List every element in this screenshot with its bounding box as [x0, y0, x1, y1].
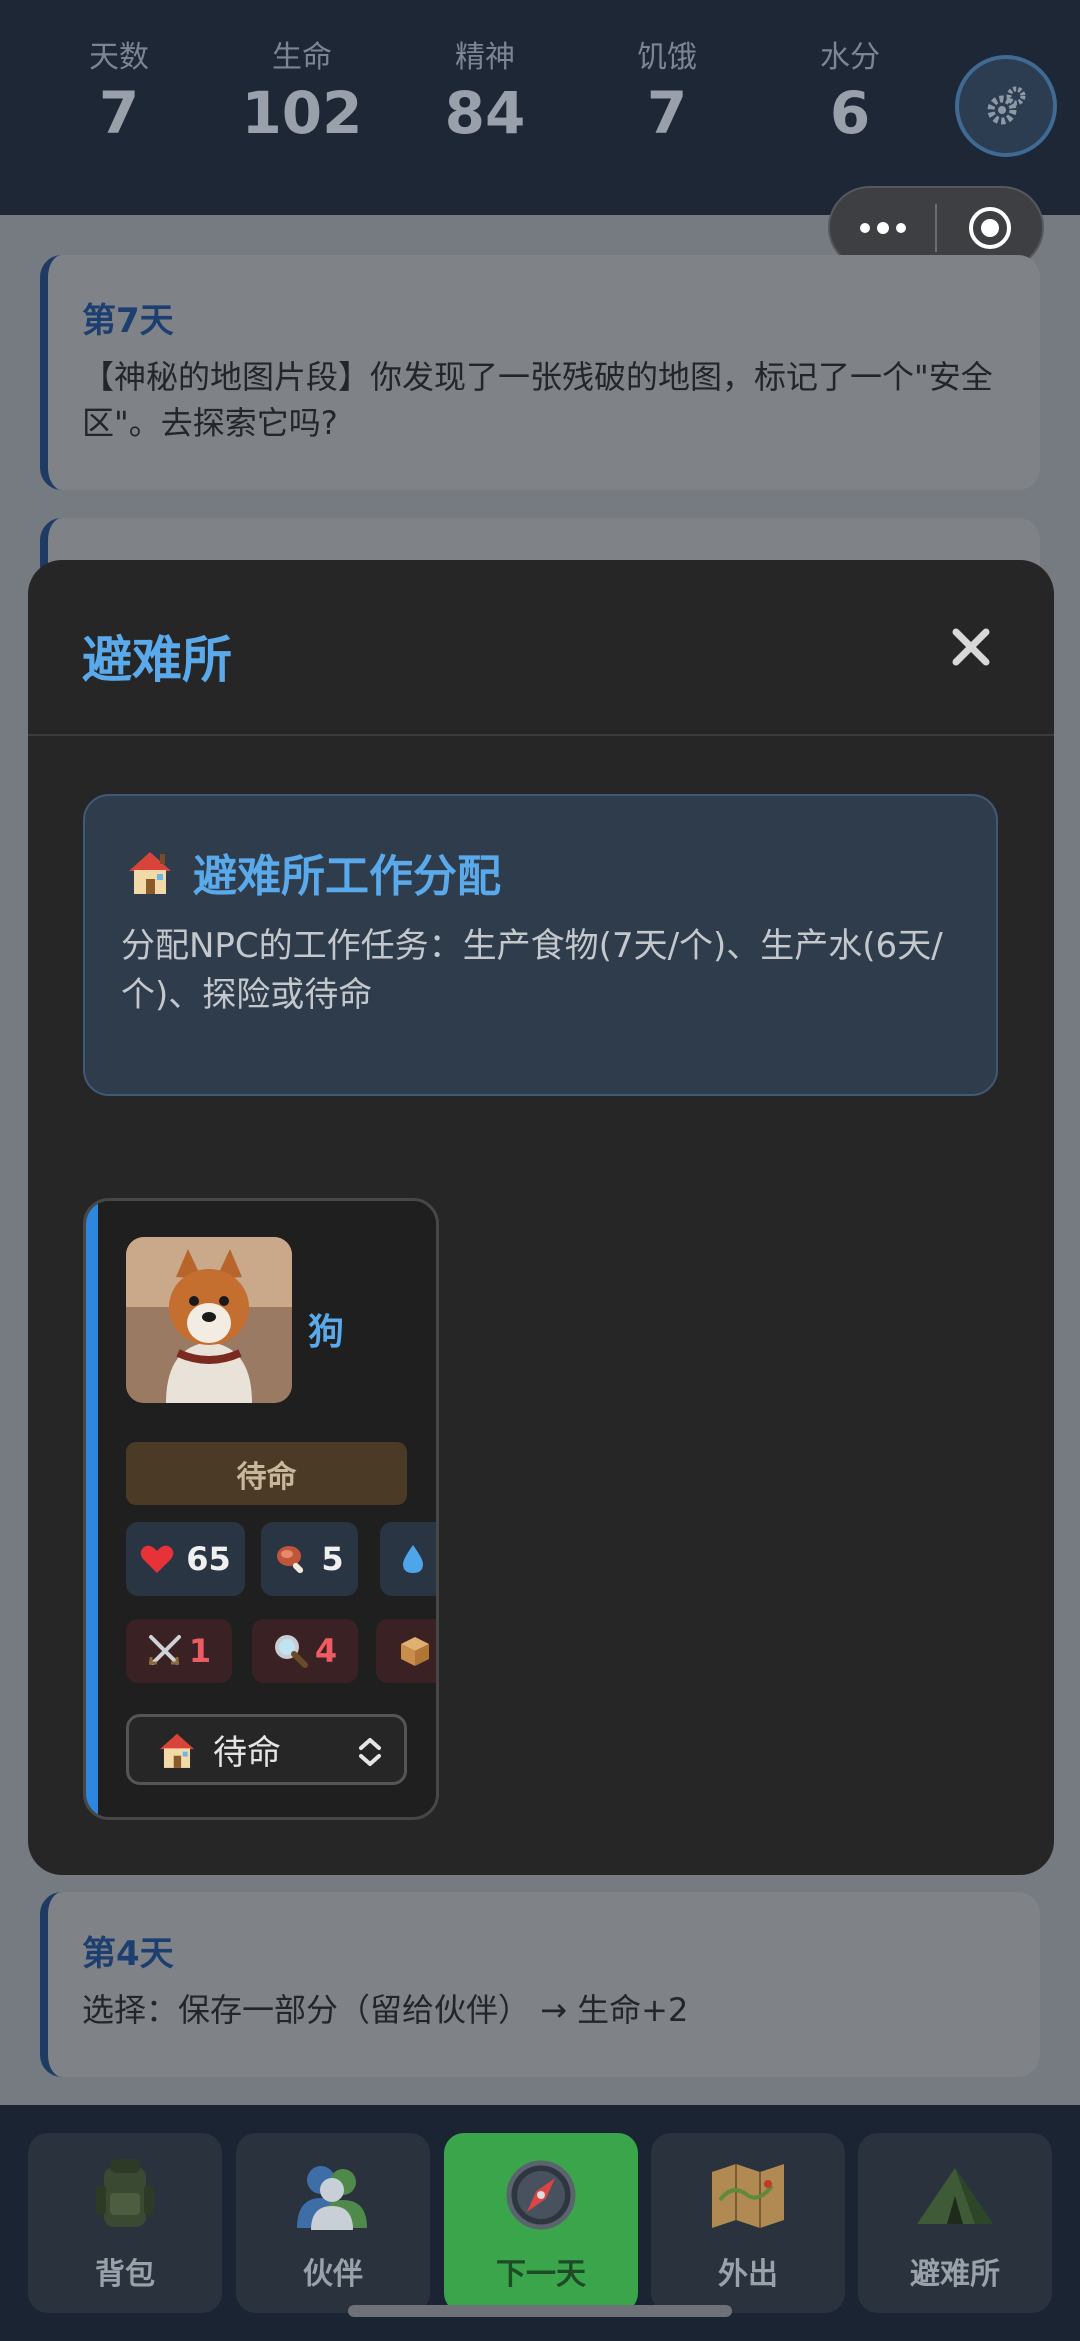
house-icon: [159, 1733, 195, 1768]
nav-label: 避难所: [910, 2257, 1000, 2292]
gear-icon: [987, 86, 1026, 125]
stat-value: 102: [241, 79, 363, 147]
nav-label: 伙伴: [303, 2257, 363, 2292]
nav-label: 背包: [95, 2257, 155, 2292]
npc-card: 狗 待命 65 5 1 1: [83, 1198, 439, 1820]
stat-value: 84: [444, 79, 526, 147]
stat-label: 生命: [272, 40, 332, 75]
npc-attack-chip: 1: [126, 1619, 232, 1683]
info-title: 避难所工作分配: [123, 840, 501, 904]
npc-attack-value: 1: [188, 1632, 212, 1670]
npc-water-value: 1: [437, 1540, 439, 1578]
stat-water: 水分 6: [775, 40, 925, 151]
nav-label: 外出: [718, 2257, 778, 2292]
modal-header: 避难所: [28, 560, 1054, 736]
stat-value: 7: [98, 79, 140, 147]
work-assignment-info: 避难所工作分配 分配NPC的工作任务：生产食物(7天/个)、生产水(6天/个)、…: [83, 794, 998, 1096]
npc-food-chip: 5: [261, 1522, 358, 1596]
nav-go-out[interactable]: 外出: [651, 2133, 845, 2313]
npc-avatar: [126, 1237, 292, 1403]
nav-companions[interactable]: 伙伴: [236, 2133, 430, 2313]
stat-label: 水分: [820, 40, 880, 75]
npc-carry-chip: 2: [376, 1619, 436, 1683]
nav-backpack[interactable]: 背包: [28, 2133, 222, 2313]
dog-portrait: [126, 1237, 292, 1403]
shelter-modal: 避难所 避难所工作分配 分配NPC的工作任务：生产食物(7天/个)、生产水(6天…: [28, 560, 1054, 1875]
event-day: 第7天: [82, 301, 174, 341]
target-icon: [968, 206, 1011, 249]
settings-button[interactable]: [955, 55, 1057, 157]
event-day: 第4天: [82, 1934, 174, 1974]
close-button[interactable]: [946, 622, 996, 672]
house-icon: [129, 852, 171, 894]
info-description: 分配NPC的工作任务：生产食物(7天/个)、生产水(6天/个)、探险或待命: [121, 926, 943, 1016]
magnifier-icon: [274, 1635, 308, 1668]
heart-icon: [140, 1545, 174, 1573]
stat-health: 生命 102: [227, 40, 377, 151]
stat-value: 6: [829, 79, 871, 147]
npc-card-accent: [86, 1201, 98, 1817]
event-text: 【神秘的地图片段】你发现了一张残破的地图，标记了一个"安全区"。去探索它吗?: [82, 358, 993, 443]
compass-icon: [506, 2160, 576, 2230]
stat-label: 天数: [89, 40, 149, 75]
event-card: 第4天 选择：保存一部分（留给伙伴） → 生命+2: [40, 1892, 1040, 2077]
event-card: 第7天 【神秘的地图片段】你发现了一张残破的地图，标记了一个"安全区"。去探索它…: [40, 255, 1040, 490]
npc-food-value: 5: [321, 1540, 344, 1578]
meat-icon: [277, 1546, 304, 1574]
companions-icon: [297, 2166, 367, 2230]
nav-label: 下一天: [496, 2257, 586, 2292]
package-icon: [400, 1637, 429, 1666]
stat-spirit: 精神 84: [410, 40, 560, 151]
npc-name: 狗: [308, 1312, 345, 1353]
map-icon: [712, 2164, 784, 2228]
close-icon: [952, 628, 990, 666]
npc-health-chip: 65: [126, 1522, 245, 1596]
modal-title: 避难所: [82, 631, 232, 689]
crossed-swords-icon: [148, 1635, 181, 1665]
nav-next-day[interactable]: 下一天: [444, 2133, 638, 2313]
tent-icon: [917, 2168, 993, 2224]
stat-days: 天数 7: [44, 40, 194, 151]
npc-search-value: 4: [314, 1632, 338, 1670]
stat-label: 精神: [455, 40, 515, 75]
home-indicator: [348, 2305, 732, 2317]
more-dots-icon: [859, 221, 906, 234]
nav-shelter[interactable]: 避难所: [858, 2133, 1052, 2313]
stat-label: 饥饿: [637, 40, 697, 75]
stat-hunger: 饥饿 7: [592, 40, 742, 151]
water-drop-icon: [403, 1545, 424, 1573]
npc-health-value: 65: [186, 1540, 231, 1578]
npc-water-chip: 1: [380, 1522, 439, 1596]
assignment-value: 待命: [213, 1733, 281, 1773]
event-text: 选择：保存一部分（留给伙伴） → 生命+2: [82, 1991, 689, 2029]
npc-status-badge: 待命: [126, 1442, 407, 1505]
assignment-select[interactable]: 待命: [126, 1714, 407, 1785]
npc-search-chip: 4: [252, 1619, 358, 1683]
info-title-text: 避难所工作分配: [193, 851, 501, 902]
stat-value: 7: [646, 79, 688, 147]
stats-bar: 天数 7 生命 102 精神 84 饥饿 7 水分 6: [0, 0, 1080, 215]
backpack-icon: [96, 2159, 154, 2227]
updown-chevron-icon: [359, 1738, 381, 1766]
